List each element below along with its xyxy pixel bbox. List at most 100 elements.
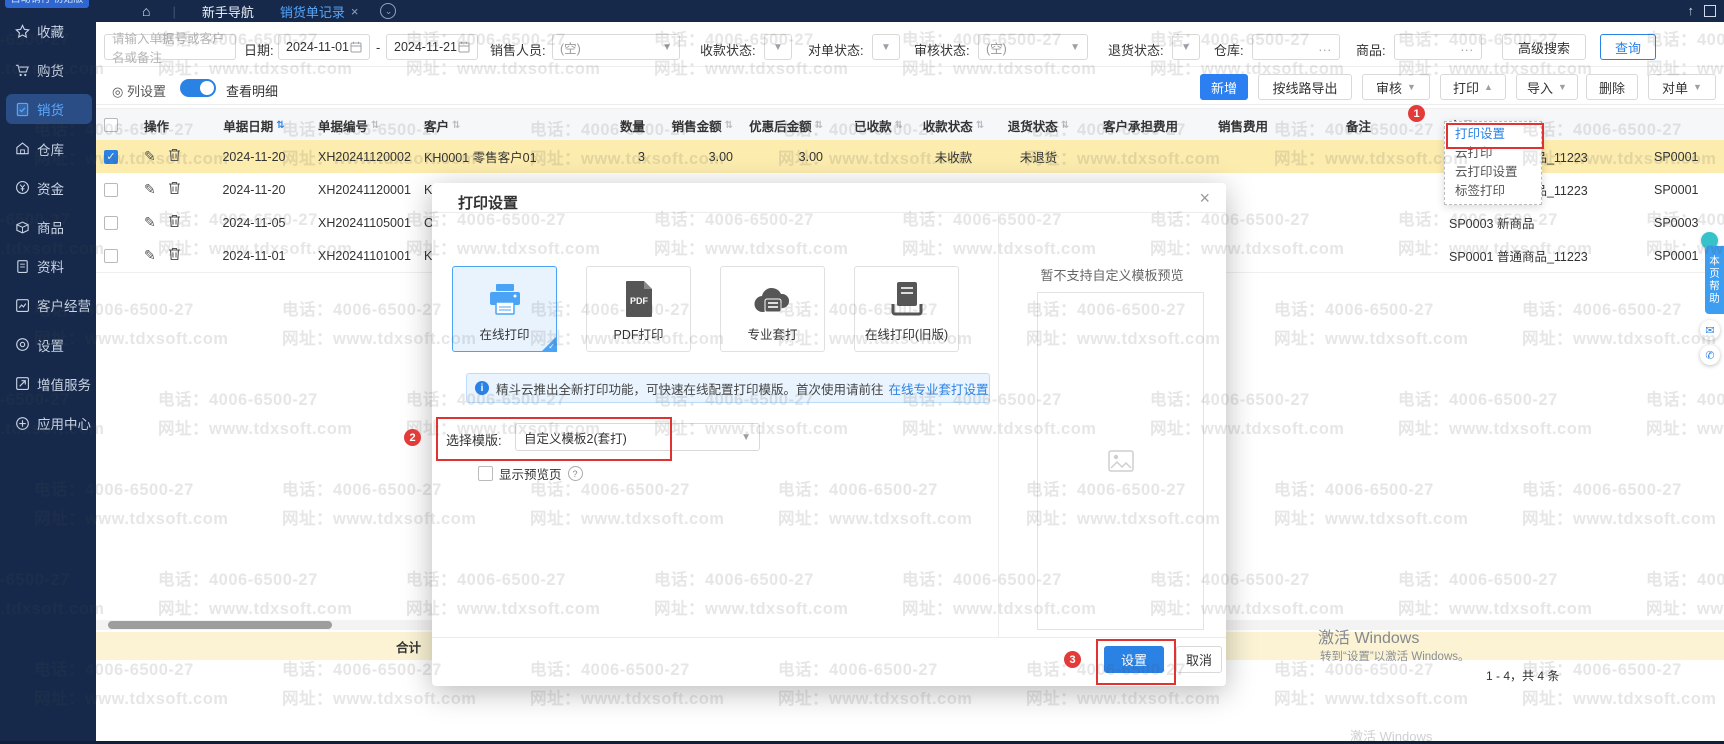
scrollbar-thumb[interactable] bbox=[108, 621, 332, 629]
search-input[interactable]: 请输入单据号或客户名或备注 bbox=[104, 34, 236, 60]
sort-icon[interactable]: ⇅ bbox=[725, 120, 733, 131]
print-button[interactable]: 打印▲ bbox=[1440, 74, 1506, 100]
return-status-select[interactable]: ▼ bbox=[1172, 34, 1200, 60]
message-icon[interactable]: ✉ bbox=[1700, 320, 1720, 340]
sidebar-item-data[interactable]: 资料 bbox=[6, 251, 92, 281]
column-header-received[interactable]: 已收款⇅ bbox=[831, 109, 911, 141]
cell-product: SP0001 普通商品_11223 bbox=[1441, 239, 1646, 272]
close-tab-icon[interactable]: × bbox=[351, 4, 359, 19]
arrow-up-icon[interactable]: ↑ bbox=[1688, 3, 1695, 18]
print-menu-item-2[interactable]: 云打印 bbox=[1445, 144, 1541, 163]
fullscreen-icon[interactable] bbox=[1704, 5, 1716, 17]
cell-discounted: 3.00 bbox=[741, 140, 831, 173]
trash-icon[interactable] bbox=[168, 148, 181, 165]
sidebar-item-funds[interactable]: 资金 bbox=[6, 173, 92, 203]
column-header-amount[interactable]: 销售金额⇅ bbox=[653, 109, 741, 141]
sidebar-item-app-center[interactable]: 应用中心 bbox=[6, 408, 92, 438]
column-header-code[interactable]: 单据编号⇅ bbox=[310, 109, 416, 141]
print-menu-item-4[interactable]: 标签打印 bbox=[1445, 182, 1541, 201]
column-header-pay_status[interactable]: 收款状态⇅ bbox=[911, 109, 996, 141]
cell-value: 2024-11-01 bbox=[222, 249, 285, 263]
match-button[interactable]: 对单▼ bbox=[1648, 74, 1716, 100]
query-button[interactable]: 查询 bbox=[1600, 34, 1656, 60]
audit-button[interactable]: 审核▼ bbox=[1362, 74, 1430, 100]
mode-online-print[interactable]: 在线打印 ✓ bbox=[452, 266, 557, 352]
advanced-search-button[interactable]: 高级搜索 bbox=[1502, 34, 1586, 60]
sort-icon[interactable]: ⇅ bbox=[976, 120, 984, 131]
print-menu-item-3[interactable]: 云打印设置 bbox=[1445, 163, 1541, 182]
sort-icon[interactable]: ⇅ bbox=[815, 120, 823, 131]
mode-online-print-legacy[interactable]: 在线打印(旧版) bbox=[854, 266, 959, 352]
sort-icon[interactable]: ⇅ bbox=[452, 120, 460, 131]
print-menu-item-1[interactable]: 打印设置 bbox=[1445, 125, 1541, 144]
sort-icon[interactable]: ⇅ bbox=[895, 120, 903, 131]
select-all-checkbox[interactable] bbox=[104, 118, 118, 132]
sidebar-item-sales[interactable]: 销货 bbox=[6, 94, 92, 124]
mode-pdf-print[interactable]: PDF PDF打印 bbox=[586, 266, 691, 352]
date-from-input[interactable]: 2024-11-01 bbox=[278, 34, 370, 60]
sidebar-item-warehouse[interactable]: 仓库 bbox=[6, 134, 92, 164]
edit-icon[interactable]: ✎ bbox=[144, 181, 156, 198]
match-label: 对单 bbox=[1662, 78, 1688, 97]
match-status-select[interactable]: ▼ bbox=[872, 34, 900, 60]
service-phone-icon[interactable]: ✆ bbox=[1700, 345, 1720, 365]
delete-button[interactable]: 删除 bbox=[1586, 74, 1638, 100]
edit-icon[interactable]: ✎ bbox=[144, 148, 156, 165]
product-input[interactable]: ... bbox=[1394, 34, 1482, 60]
date-to-input[interactable]: 2024-11-21 bbox=[386, 34, 478, 60]
doc-print-icon bbox=[889, 278, 925, 318]
warehouse-input[interactable]: ... bbox=[1252, 34, 1340, 60]
tab-list-icon[interactable]: ⌄ bbox=[380, 3, 396, 19]
row-checkbox[interactable] bbox=[104, 216, 118, 230]
notice-link[interactable]: 在线专业套打设置 bbox=[889, 379, 989, 398]
cell-value: 2024-11-20 bbox=[222, 150, 285, 164]
home-icon[interactable]: ⌂ bbox=[142, 3, 150, 19]
row-checkbox[interactable] bbox=[104, 183, 118, 197]
confirm-button[interactable]: 设置 bbox=[1104, 646, 1164, 673]
row-checkbox[interactable] bbox=[104, 249, 118, 263]
sort-icon[interactable]: ⇅ bbox=[276, 120, 284, 131]
export-by-route-button[interactable]: 按线路导出 bbox=[1258, 74, 1352, 100]
calendar-icon bbox=[350, 41, 362, 53]
cancel-button[interactable]: 取消 bbox=[1176, 646, 1222, 673]
add-button[interactable]: 新增 bbox=[1200, 74, 1248, 100]
edit-icon[interactable]: ✎ bbox=[144, 247, 156, 264]
column-header-discounted[interactable]: 优惠后金额⇅ bbox=[741, 109, 831, 141]
column-header-return_status[interactable]: 退货状态⇅ bbox=[996, 109, 1081, 141]
column-settings-control[interactable]: ◎ 列设置 bbox=[112, 81, 166, 100]
sidebar-item-value-added[interactable]: 增值服务 bbox=[6, 369, 92, 399]
ellipsis-icon[interactable]: ... bbox=[1461, 40, 1474, 54]
close-icon[interactable]: × bbox=[1199, 188, 1210, 209]
sidebar-item-purchase[interactable]: 购货 bbox=[6, 55, 92, 85]
show-preview-checkbox[interactable] bbox=[478, 466, 493, 481]
tab-sales-records[interactable]: 销货单记录 × bbox=[280, 2, 359, 21]
ellipsis-icon[interactable]: ... bbox=[1319, 40, 1332, 54]
sidebar-item-customer-ops[interactable]: 客户经营 bbox=[6, 290, 92, 320]
cell-value: XH20241120002 bbox=[318, 150, 411, 164]
page-help-tab[interactable]: 本页帮助 bbox=[1705, 246, 1724, 314]
sort-icon[interactable]: ⇅ bbox=[371, 120, 379, 131]
chevron-up-icon: ▲ bbox=[1484, 82, 1493, 92]
edit-icon[interactable]: ✎ bbox=[144, 214, 156, 231]
trash-icon[interactable] bbox=[168, 214, 181, 231]
audit-status-select[interactable]: (空)▼ bbox=[978, 34, 1088, 60]
trash-icon[interactable] bbox=[168, 247, 181, 264]
pay-status-select[interactable]: ▼ bbox=[764, 34, 792, 60]
mode-professional-print[interactable]: 专业套打 bbox=[720, 266, 825, 352]
apps-icon bbox=[15, 416, 30, 431]
help-question-icon[interactable]: ? bbox=[568, 466, 583, 481]
trash-icon[interactable] bbox=[168, 181, 181, 198]
salesperson-select[interactable]: (空)▼ bbox=[552, 34, 680, 60]
tab-newbie-guide[interactable]: 新手导航 bbox=[202, 2, 254, 21]
sidebar-item-goods[interactable]: 商品 bbox=[6, 212, 92, 242]
sort-icon[interactable]: ⇅ bbox=[1061, 120, 1069, 131]
view-detail-toggle[interactable] bbox=[180, 79, 216, 97]
column-header-date[interactable]: 单据日期⇅ bbox=[198, 109, 310, 141]
template-select[interactable]: 自定义模板2(套打) ▼ bbox=[515, 423, 760, 451]
column-label: 客户承担费用 bbox=[1103, 116, 1178, 135]
sidebar-item-settings[interactable]: 设置 bbox=[6, 330, 92, 360]
import-button[interactable]: 导入▼ bbox=[1516, 74, 1578, 100]
row-checkbox[interactable]: ✓ bbox=[104, 150, 118, 164]
sidebar-item-favorites[interactable]: 收藏 bbox=[6, 16, 92, 46]
column-header-customer[interactable]: 客户⇅ bbox=[416, 109, 581, 141]
